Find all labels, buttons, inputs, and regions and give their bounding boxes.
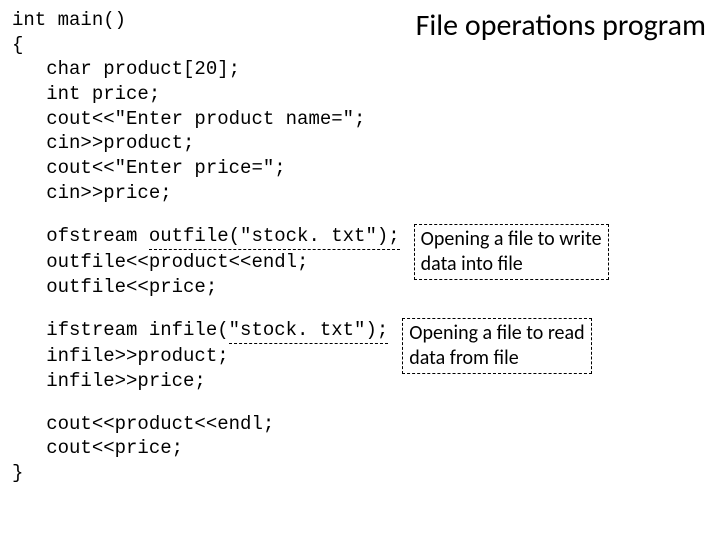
code-ofstream-rest: outfile<<product<<endl; outfile<<price; <box>12 251 308 298</box>
row-write-section: ofstream outfile("stock. txt"); outfile<… <box>12 224 708 300</box>
code-block-declarations: char product[20]; int price; cout<<"Ente… <box>12 57 708 205</box>
code-ifstream-pre: ifstream infile( <box>12 319 229 341</box>
code-ifstream-rest: infile>>product; infile>>price; <box>12 345 229 392</box>
code-line-close-brace: } <box>12 461 708 486</box>
code-ofstream-underlined: outfile("stock. txt"); <box>149 224 400 251</box>
code-block-output: cout<<product<<endl; cout<<price; <box>12 412 708 461</box>
code-block-ifstream: ifstream infile("stock. txt"); infile>>p… <box>12 318 388 394</box>
row-read-section: ifstream infile("stock. txt"); infile>>p… <box>12 318 708 394</box>
code-ifstream-underlined: "stock. txt"); <box>229 318 389 345</box>
code-ofstream-pre: ofstream <box>12 225 149 247</box>
slide-title: File operations program <box>416 6 706 45</box>
annotation-write: Opening a file to write data into file <box>414 224 609 280</box>
annotation-read: Opening a file to read data from file <box>402 318 591 374</box>
code-block-ofstream: ofstream outfile("stock. txt"); outfile<… <box>12 224 400 300</box>
